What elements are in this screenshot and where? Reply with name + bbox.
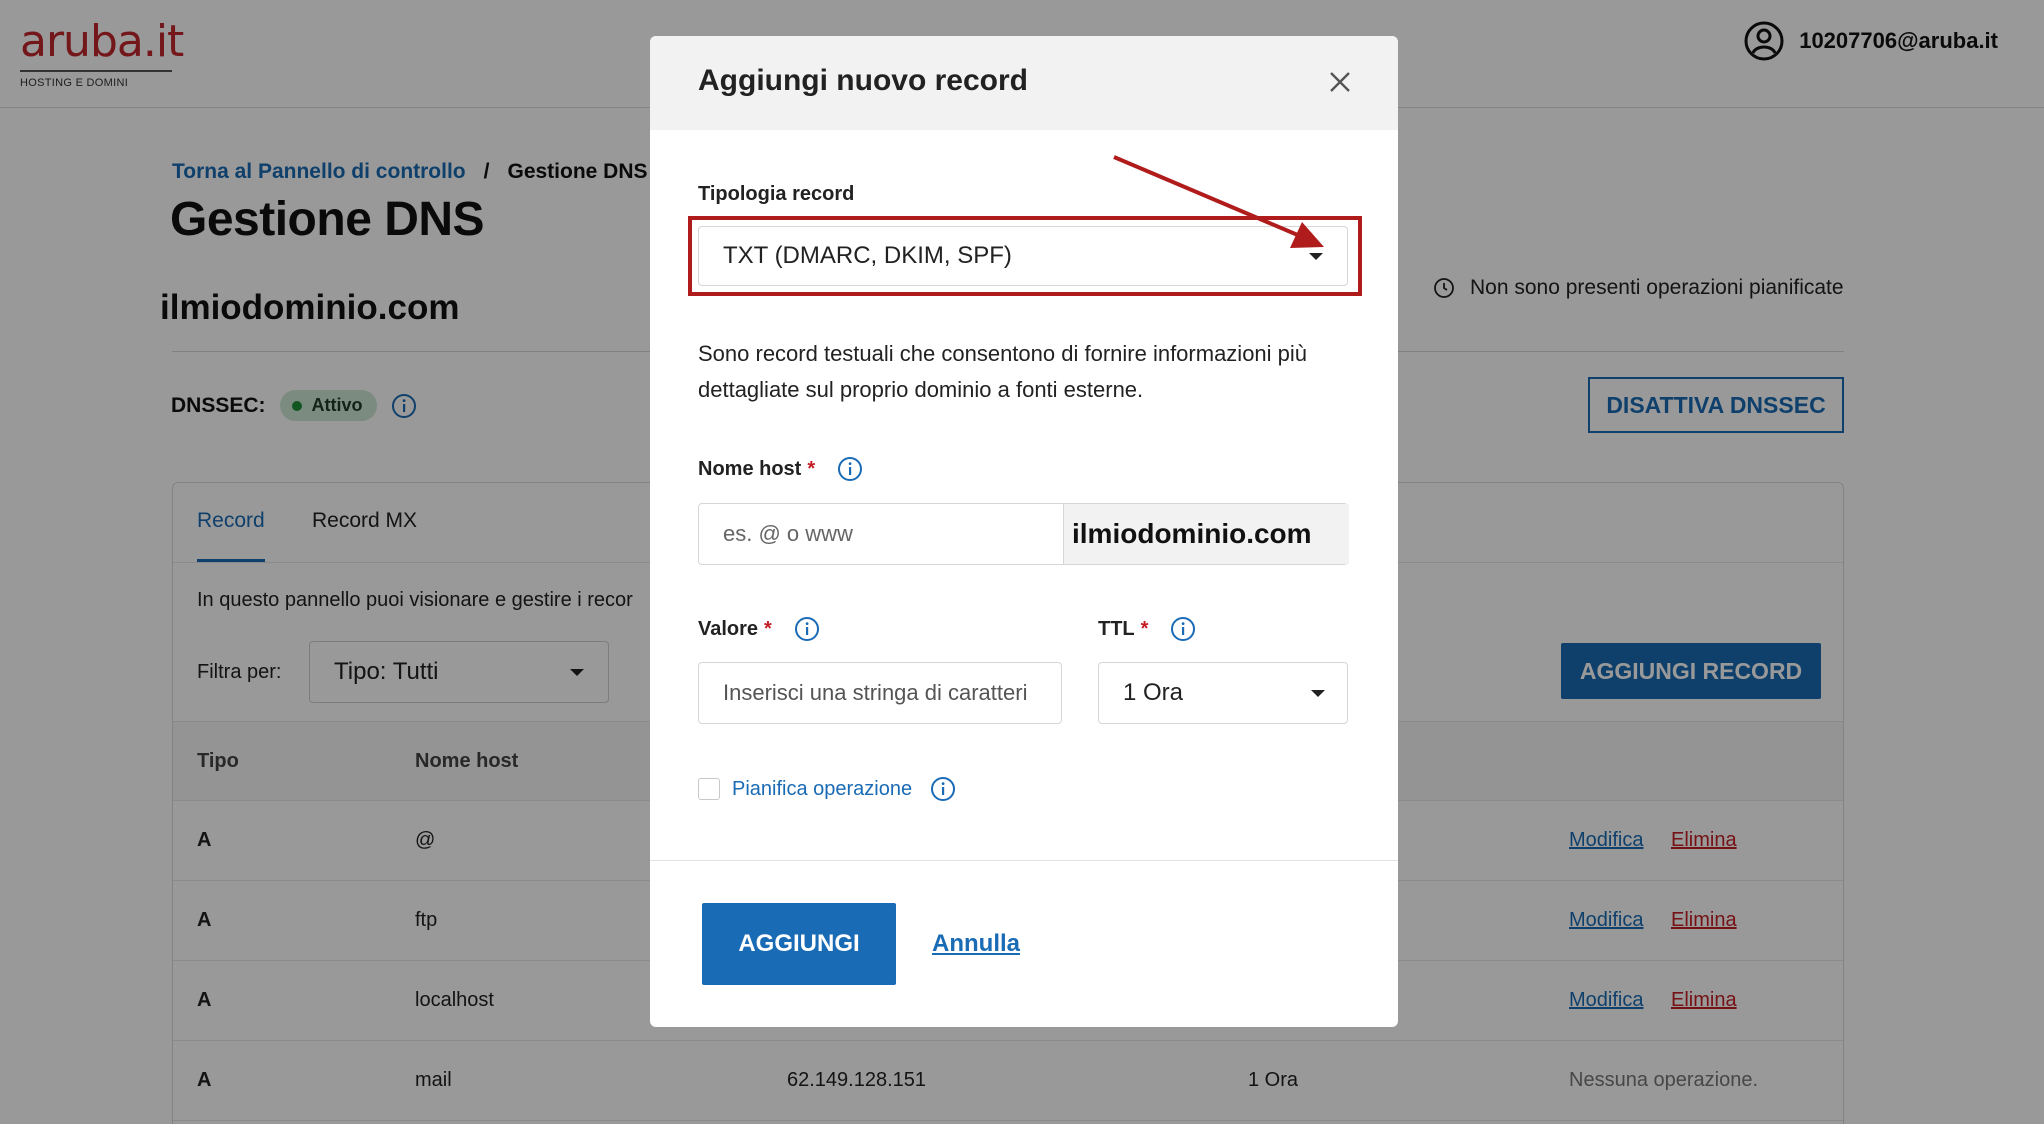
value-input[interactable] — [698, 662, 1062, 724]
value-label: Valore * — [698, 616, 820, 642]
schedule-option: Pianifica operazione — [698, 776, 956, 802]
close-icon[interactable] — [1326, 68, 1354, 96]
value-label-text: Valore — [698, 617, 759, 640]
record-type-label: Tipologia record — [698, 183, 854, 206]
host-input-group: ilmiodominio.com — [698, 503, 1349, 565]
dialog-title: Aggiungi nuovo record — [698, 64, 1028, 97]
ttl-value: 1 Ora — [1123, 679, 1184, 706]
schedule-label[interactable]: Pianifica operazione — [732, 778, 912, 801]
schedule-checkbox[interactable] — [698, 778, 720, 800]
info-icon[interactable] — [837, 456, 863, 482]
info-icon[interactable] — [794, 616, 820, 642]
host-label-text: Nome host — [698, 457, 802, 480]
ttl-label: TTL * — [1098, 616, 1196, 642]
required-mark: * — [764, 617, 772, 640]
required-mark: * — [807, 457, 816, 480]
dialog-footer-divider — [650, 860, 1398, 861]
host-input[interactable] — [699, 504, 1063, 564]
annotation-arrow — [1113, 155, 1324, 248]
submit-button[interactable]: AGGIUNGI — [702, 903, 896, 985]
cancel-link[interactable]: Annulla — [932, 930, 1020, 958]
record-type-description: Sono record testuali che consentono di f… — [698, 341, 1308, 402]
host-label: Nome host * — [698, 456, 863, 482]
chevron-down-icon — [1311, 690, 1325, 697]
host-domain-suffix: ilmiodominio.com — [1063, 504, 1349, 564]
ttl-label-text: TTL — [1098, 617, 1135, 640]
info-icon[interactable] — [1170, 616, 1196, 642]
record-type-label-text: Tipologia record — [698, 183, 855, 205]
info-icon[interactable] — [930, 776, 956, 802]
ttl-select[interactable]: 1 Ora — [1098, 662, 1348, 724]
dialog-header: Aggiungi nuovo record — [650, 36, 1398, 130]
required-mark: * — [1140, 617, 1149, 640]
